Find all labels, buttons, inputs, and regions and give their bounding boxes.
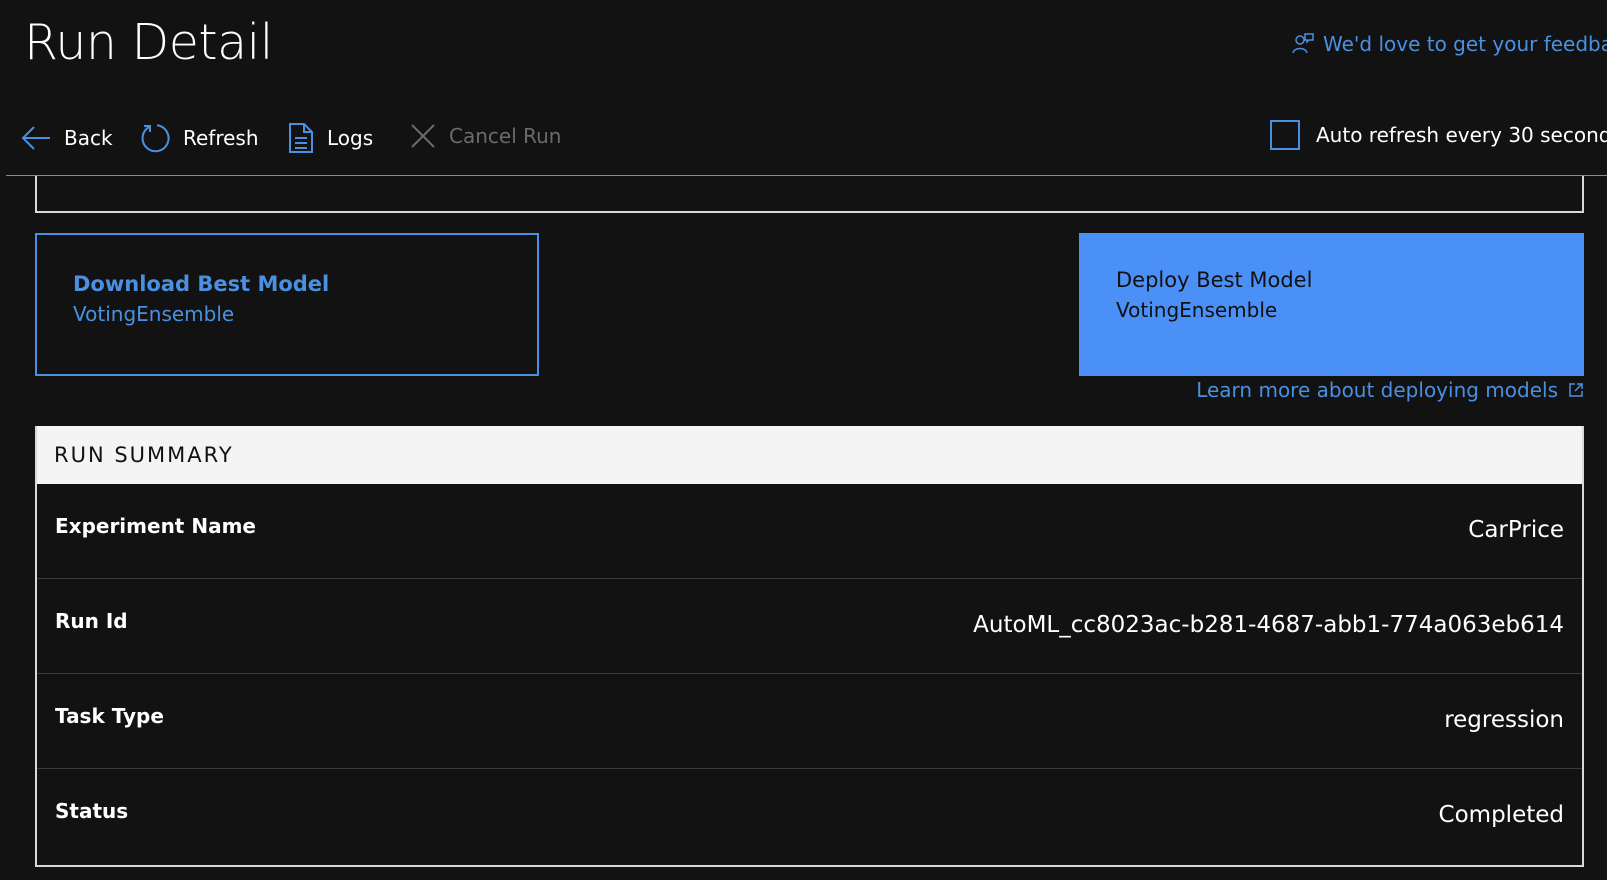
auto-refresh-label: Auto refresh every 30 seconds: [1316, 123, 1607, 147]
cancel-run-label: Cancel Run: [449, 124, 562, 148]
feedback-label: We'd love to get your feedback: [1323, 32, 1607, 56]
feedback-person-icon: [1292, 33, 1314, 54]
deploy-model-name: VotingEnsemble: [1116, 298, 1278, 322]
download-title: Download Best Model: [73, 272, 330, 296]
command-bar: Back Refresh Logs Cancel Run Auto refres…: [0, 110, 1607, 170]
row-value: regression: [1444, 707, 1564, 733]
summary-row-status: Status Completed: [37, 769, 1582, 864]
download-best-model-button[interactable]: Download Best Model VotingEnsemble: [35, 233, 539, 376]
summary-row-experiment-name: Experiment Name CarPrice: [37, 484, 1582, 579]
logs-button[interactable]: Logs: [287, 122, 373, 154]
learn-more-link[interactable]: Learn more about deploying models: [1196, 378, 1584, 402]
previous-panel-bottom: [35, 176, 1584, 213]
row-value: Completed: [1438, 802, 1564, 828]
page-title: Run Detail: [24, 14, 273, 71]
logs-label: Logs: [327, 126, 374, 150]
close-icon: [409, 122, 437, 150]
run-summary-panel: RUN SUMMARY Experiment Name CarPrice Run…: [35, 426, 1584, 867]
row-value: AutoML_cc8023ac-b281-4687-abb1-774a063eb…: [973, 612, 1564, 638]
arrow-left-icon: [20, 122, 52, 154]
refresh-icon: [139, 122, 171, 154]
feedback-link[interactable]: We'd love to get your feedback: [1291, 32, 1607, 56]
deploy-best-model-button[interactable]: Deploy Best Model VotingEnsemble: [1079, 233, 1584, 376]
row-label: Experiment Name: [55, 514, 256, 538]
refresh-label: Refresh: [183, 126, 259, 150]
back-label: Back: [64, 126, 113, 150]
external-link-icon: [1569, 383, 1583, 397]
document-icon: [287, 122, 315, 154]
download-model-name: VotingEnsemble: [73, 302, 235, 326]
refresh-button[interactable]: Refresh: [139, 122, 259, 154]
deploy-title: Deploy Best Model: [1116, 268, 1313, 292]
back-button[interactable]: Back: [20, 122, 113, 154]
row-label: Status: [55, 799, 129, 823]
learn-more-label: Learn more about deploying models: [1196, 378, 1558, 402]
run-summary-header: RUN SUMMARY: [37, 426, 1582, 484]
row-value: CarPrice: [1468, 517, 1564, 543]
row-label: Task Type: [55, 704, 164, 728]
summary-row-run-id: Run Id AutoML_cc8023ac-b281-4687-abb1-77…: [37, 579, 1582, 674]
auto-refresh-checkbox[interactable]: [1270, 120, 1300, 150]
auto-refresh-toggle[interactable]: Auto refresh every 30 seconds: [1270, 120, 1607, 150]
summary-row-task-type: Task Type regression: [37, 674, 1582, 769]
row-label: Run Id: [55, 609, 128, 633]
cancel-run-button[interactable]: Cancel Run: [409, 122, 561, 150]
